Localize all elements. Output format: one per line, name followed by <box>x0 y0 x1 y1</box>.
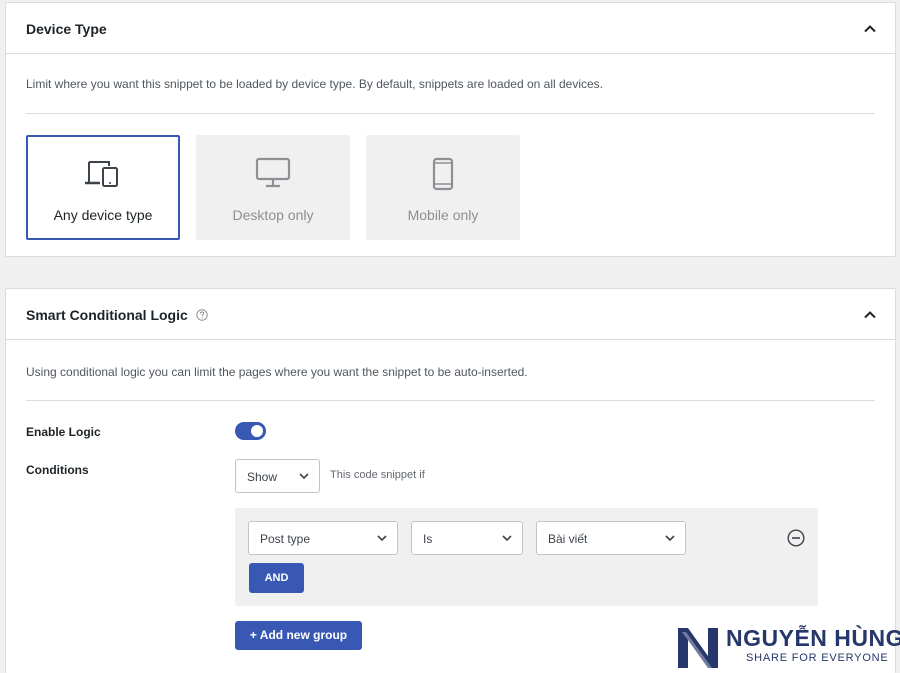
mobile-icon <box>432 157 454 191</box>
watermark-name: NGUYỄN HÙNG <box>726 625 900 651</box>
add-new-group-button[interactable]: + Add new group <box>235 621 362 650</box>
chevron-down-icon <box>299 473 309 480</box>
chevron-down-icon <box>665 535 675 542</box>
chevron-down-icon <box>502 535 512 542</box>
chevron-up-icon[interactable] <box>863 308 877 322</box>
device-type-panel: Device Type Limit where you want this sn… <box>5 2 896 257</box>
and-button[interactable]: AND <box>249 563 304 593</box>
toggle-knob <box>251 425 263 437</box>
device-option-label: Desktop only <box>232 207 314 223</box>
device-option-mobile[interactable]: Mobile only <box>366 135 520 240</box>
show-hide-select[interactable]: Show <box>235 459 320 493</box>
condition-group: Post type Is Bài viết AND <box>235 508 818 606</box>
rule-operator-select[interactable]: Is <box>411 521 523 555</box>
help-icon[interactable] <box>195 309 208 321</box>
rule-value-value: Bài viết <box>548 532 588 546</box>
watermark-tagline: SHARE FOR EVERYONE <box>746 652 889 664</box>
conditional-logic-header[interactable]: Smart Conditional Logic <box>6 289 895 340</box>
divider <box>26 113 875 114</box>
conditional-logic-description: Using conditional logic you can limit th… <box>26 365 528 379</box>
chevron-down-icon <box>377 535 387 542</box>
divider <box>26 400 875 401</box>
device-option-label: Any device type <box>53 207 153 223</box>
conditional-logic-title: Smart Conditional Logic <box>26 307 208 323</box>
device-type-description: Limit where you want this snippet to be … <box>26 77 604 91</box>
conditional-logic-title-text: Smart Conditional Logic <box>26 307 188 323</box>
device-type-header[interactable]: Device Type <box>6 3 895 54</box>
show-hide-value: Show <box>247 470 278 484</box>
rule-field-select[interactable]: Post type <box>248 521 398 555</box>
chevron-up-icon[interactable] <box>863 22 877 36</box>
desktop-icon <box>255 157 291 188</box>
device-type-title: Device Type <box>26 21 107 37</box>
watermark: NGUYỄN HÙNG SHARE FOR EVERYONE <box>676 624 900 670</box>
rule-field-value: Post type <box>260 532 311 546</box>
enable-logic-toggle[interactable] <box>235 422 266 440</box>
conditions-label: Conditions <box>26 463 89 477</box>
rule-value-select[interactable]: Bài viết <box>536 521 686 555</box>
nguyen-hung-logo-icon <box>678 628 718 668</box>
conditional-logic-panel: Smart Conditional Logic Using conditiona… <box>5 288 896 673</box>
rule-operator-value: Is <box>423 532 433 546</box>
remove-rule-icon[interactable] <box>787 529 805 547</box>
device-option-desktop[interactable]: Desktop only <box>196 135 350 240</box>
enable-logic-label: Enable Logic <box>26 425 101 439</box>
device-option-label: Mobile only <box>407 207 479 223</box>
conditions-suffix-text: This code snippet if <box>330 469 425 481</box>
devices-icon <box>85 161 118 187</box>
device-option-any[interactable]: Any device type <box>26 135 180 240</box>
